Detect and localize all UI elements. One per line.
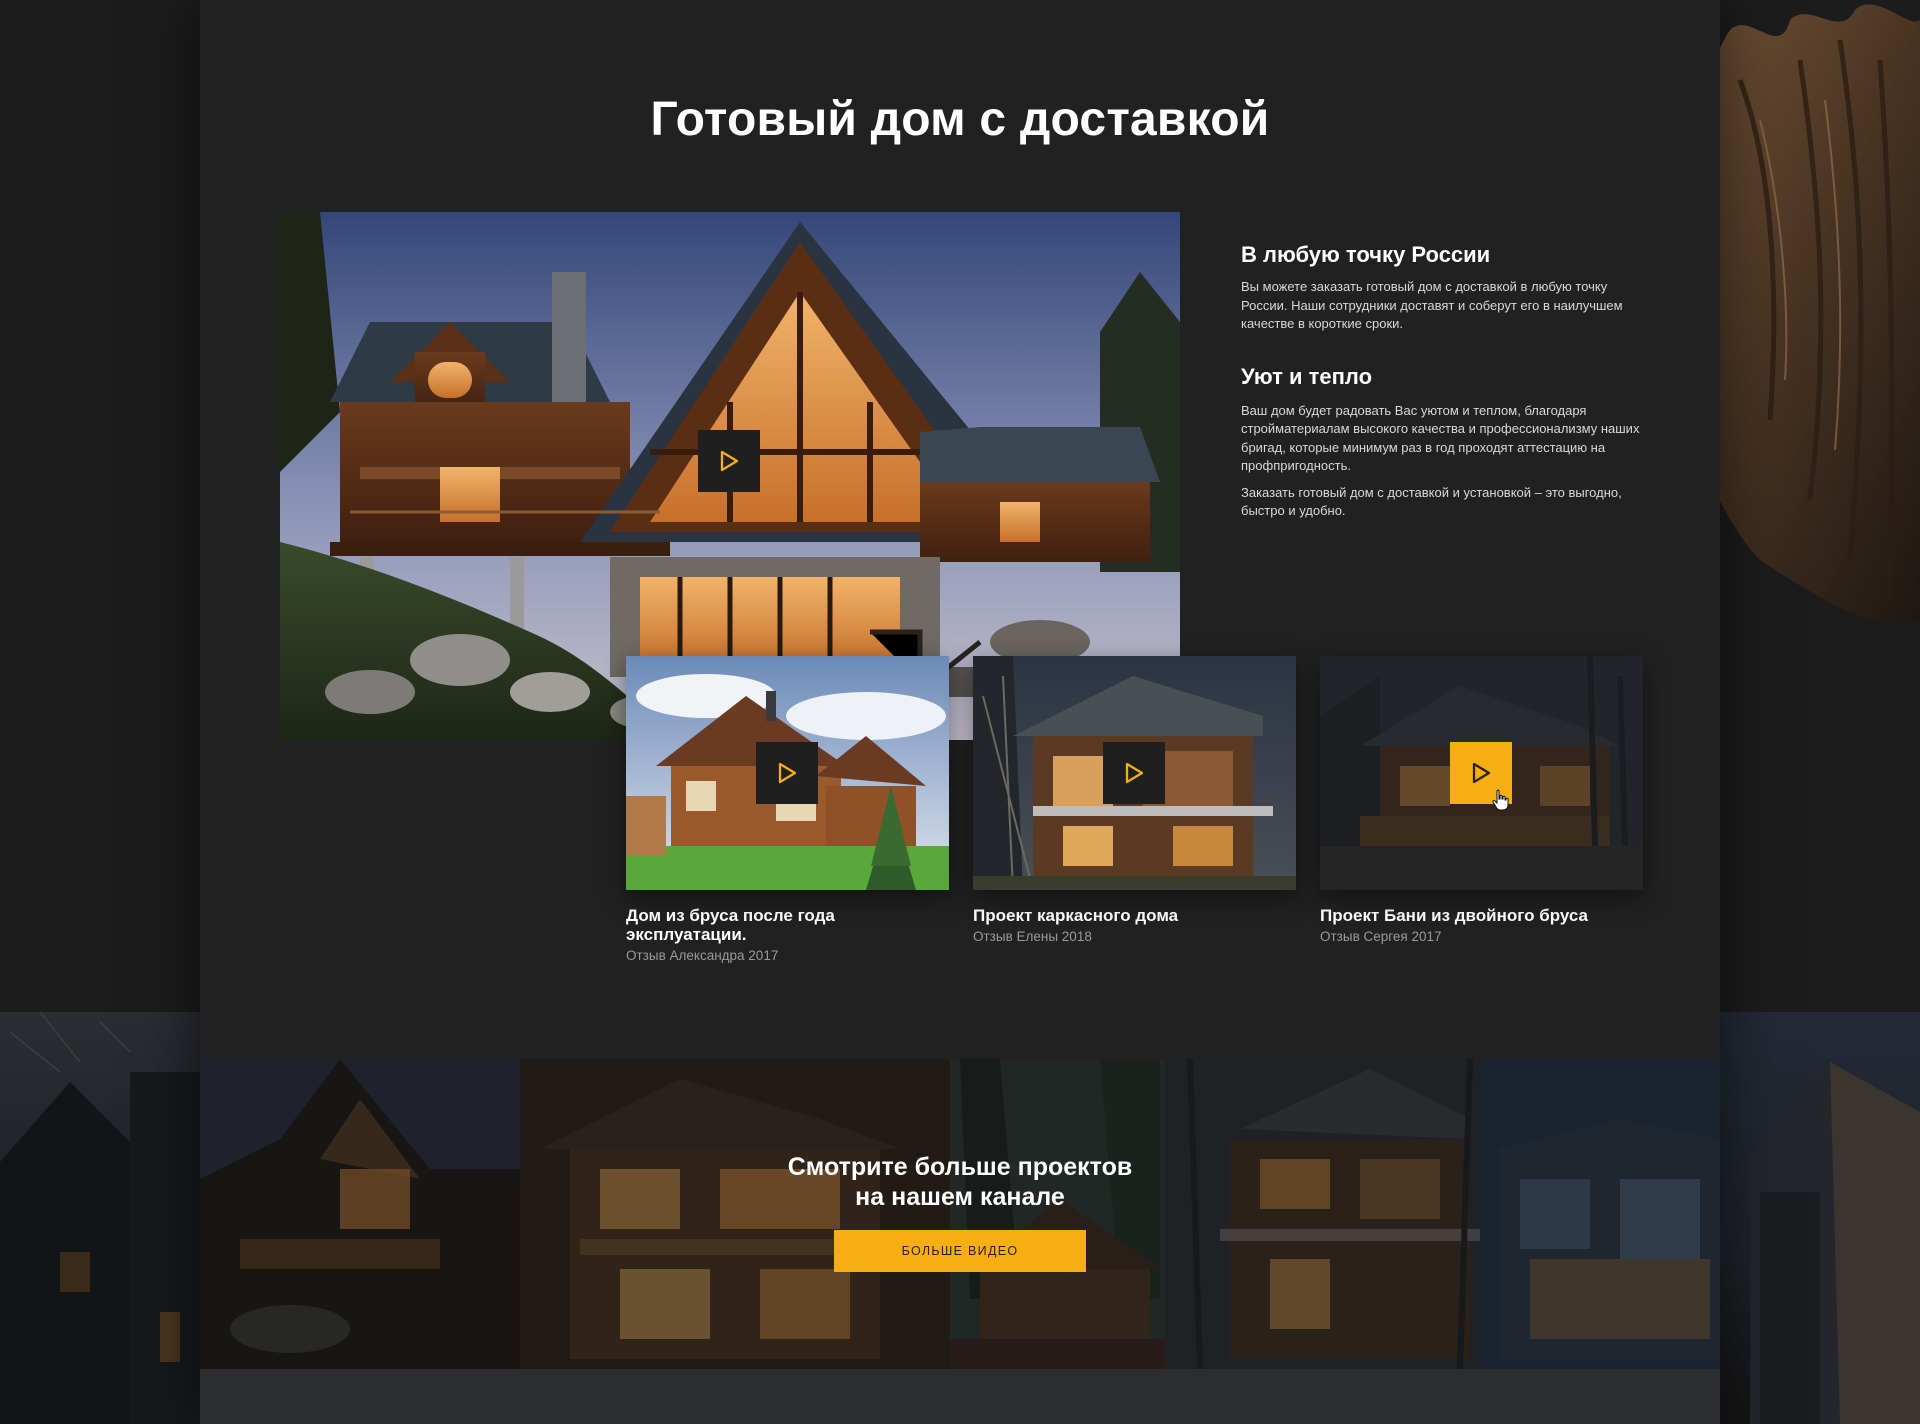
info-column: В любую точку России Вы можете заказать … bbox=[1241, 242, 1641, 521]
video-card[interactable]: Проект каркасного дома Отзыв Елены 2018 bbox=[973, 656, 1296, 944]
page-title: Готовый дом с доставкой bbox=[650, 93, 1270, 146]
order-text: Заказать готовый дом с доставкой и устан… bbox=[1241, 484, 1622, 519]
next-section-edge bbox=[200, 1369, 1720, 1424]
video-card[interactable]: Дом из бруса после года эксплуатации. От… bbox=[626, 656, 949, 963]
delivery-heading: В любую точку России bbox=[1241, 242, 1491, 267]
video-card[interactable]: Проект Бани из двойного бруса Отзыв Серг… bbox=[1320, 656, 1643, 944]
more-videos-button[interactable]: Больше видео bbox=[834, 1230, 1086, 1272]
play-icon bbox=[1125, 762, 1144, 784]
play-icon bbox=[778, 762, 797, 784]
video-subtitle: Отзыв Елены 2018 bbox=[973, 929, 1092, 944]
backdrop-left-photo bbox=[0, 1012, 200, 1424]
hand-cursor-icon bbox=[1492, 789, 1509, 811]
video-play-button[interactable] bbox=[756, 742, 818, 804]
main-section: Готовый дом с доставкой В любую точку Ро… bbox=[200, 0, 1720, 1424]
comfort-heading: Уют и тепло bbox=[1241, 363, 1373, 389]
video-thumbnail[interactable] bbox=[1320, 656, 1643, 890]
comfort-text: Ваш дом будет радовать Вас уютом и тепло… bbox=[1241, 402, 1640, 474]
delivery-text: Вы можете заказать готовый дом с доставк… bbox=[1241, 279, 1623, 331]
video-play-button[interactable] bbox=[1103, 742, 1165, 804]
video-thumbnail[interactable] bbox=[626, 656, 949, 890]
channel-title-line2: на нашем канале bbox=[855, 1183, 1065, 1211]
channel-cta: Смотрите больше проектов на нашем канале… bbox=[200, 1152, 1720, 1272]
play-icon bbox=[1472, 762, 1491, 784]
hero-play-button[interactable] bbox=[698, 430, 760, 492]
video-thumbnail[interactable] bbox=[973, 656, 1296, 890]
play-icon bbox=[720, 450, 739, 472]
video-subtitle: Отзыв Александра 2017 bbox=[626, 948, 779, 963]
video-title[interactable]: Проект каркасного дома bbox=[973, 906, 1296, 925]
channel-title-line1: Смотрите больше проектов bbox=[787, 1153, 1133, 1181]
backdrop-right-photo bbox=[1720, 1012, 1920, 1424]
video-title[interactable]: Проект Бани из двойного бруса bbox=[1320, 906, 1643, 925]
video-subtitle: Отзыв Сергея 2017 bbox=[1320, 929, 1442, 944]
video-title[interactable]: Дом из бруса после года эксплуатации. bbox=[626, 906, 949, 944]
